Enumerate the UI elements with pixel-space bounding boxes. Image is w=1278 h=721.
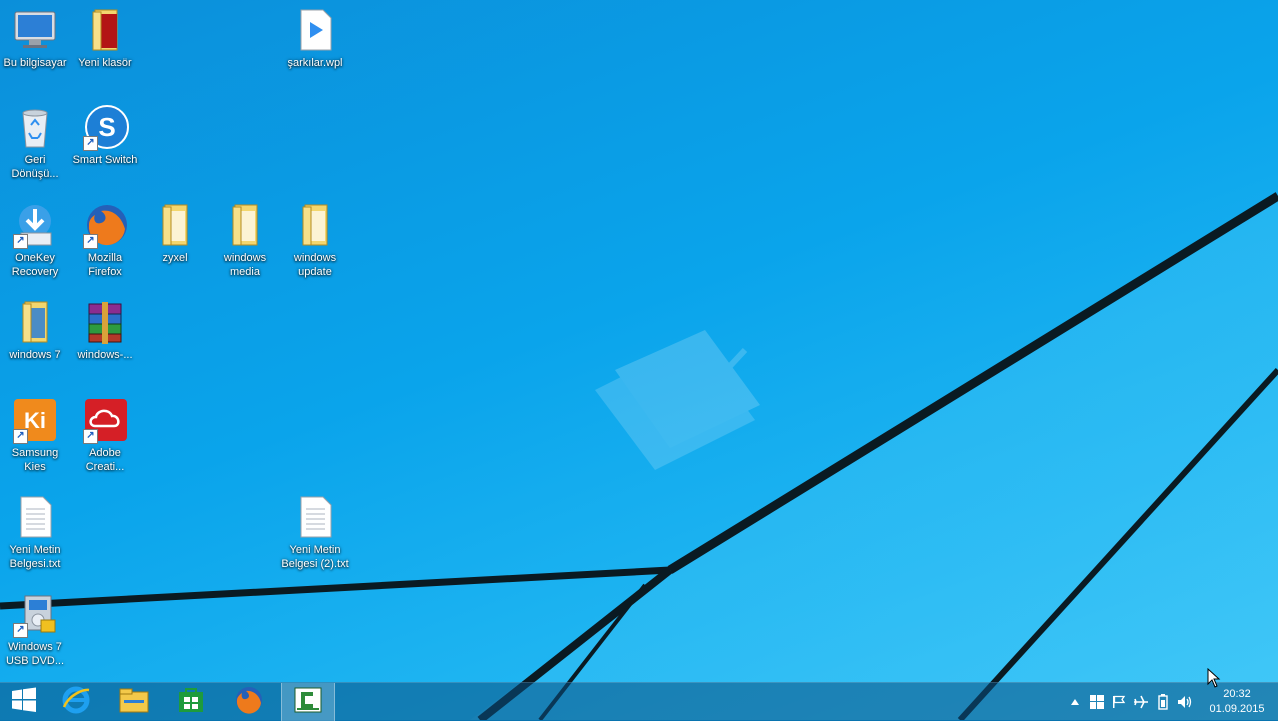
computer-icon <box>11 6 59 54</box>
desktop-icon-label: windows-... <box>77 349 133 361</box>
desktop-icon-label: Bu bilgisayar <box>3 57 67 69</box>
desktop-icon-label: OneKey Recovery <box>11 252 59 278</box>
desktop-icon-samsung-kies[interactable]: Ki ↗ Samsung Kies <box>0 392 70 476</box>
desktop-icon-label: Windows 7 USB DVD... <box>5 641 65 667</box>
file-explorer-icon <box>118 686 150 719</box>
folder-icon <box>151 201 199 249</box>
samsung-kies-icon: Ki ↗ <box>11 396 59 444</box>
desktop-icon-adobe-creative-cloud[interactable]: ↗ Adobe Creati... <box>70 392 140 476</box>
svg-text:S: S <box>98 112 115 142</box>
desktop-icon-yeni-metin-belgesi[interactable]: Yeni Metin Belgesi.txt <box>0 489 70 573</box>
shortcut-arrow-icon: ↗ <box>13 429 28 444</box>
winrar-archive-icon <box>81 298 129 346</box>
battery-icon[interactable] <box>1152 683 1174 721</box>
airplane-mode-icon[interactable] <box>1130 683 1152 721</box>
desktop-icon-label: Geri Dönüşü... <box>11 154 59 180</box>
desktop-icon-mozilla-firefox[interactable]: ↗ Mozilla Firefox <box>70 197 140 281</box>
start-button[interactable] <box>0 683 48 721</box>
desktop-icon-geri-donusum[interactable]: Geri Dönüşü... <box>0 99 70 183</box>
desktop-icon-label: Smart Switch <box>72 154 138 166</box>
taskbar-firefox-button[interactable] <box>222 683 276 721</box>
desktop-icon-label: şarkılar.wpl <box>287 57 343 69</box>
clock[interactable]: 20:32 01.09.2015 <box>1200 687 1274 717</box>
recycle-bin-icon <box>11 103 59 151</box>
folder-icon <box>291 201 339 249</box>
desktop-icon-smart-switch[interactable]: S ↗ Smart Switch <box>70 99 140 183</box>
shortcut-arrow-icon: ↗ <box>13 623 28 638</box>
taskbar-store-button[interactable] <box>164 683 218 721</box>
playlist-icon <box>291 6 339 54</box>
desktop-icon-label: zyxel <box>162 252 188 264</box>
firefox-icon <box>234 685 264 720</box>
desktop-icon-windows-update[interactable]: windows update <box>280 197 350 281</box>
shortcut-arrow-icon: ↗ <box>83 234 98 249</box>
desktop-icon-windows-media[interactable]: windows media <box>210 197 280 281</box>
wallpaper-lines <box>0 192 1278 720</box>
folder-icon <box>11 298 59 346</box>
desktop-icon-label: Yeni Metin Belgesi (2).txt <box>281 544 349 570</box>
store-icon <box>177 686 205 719</box>
camtasia-icon <box>293 686 323 719</box>
taskbar-file-explorer-button[interactable] <box>107 683 161 721</box>
smart-switch-icon: S ↗ <box>81 103 129 151</box>
windows-start-icon <box>11 687 37 718</box>
desktop-icon-label: Yeni Metin Belgesi.txt <box>9 544 61 570</box>
volume-icon[interactable] <box>1174 683 1196 721</box>
clock-time: 20:32 <box>1223 688 1251 700</box>
desktop-icon-windows-7[interactable]: windows 7 <box>0 294 70 378</box>
desktop-icon-windows-archive[interactable]: windows-... <box>70 294 140 378</box>
adobe-creative-cloud-icon: ↗ <box>81 396 129 444</box>
desktop-icon-yeni-klasor[interactable]: Yeni klasör <box>70 2 140 86</box>
firefox-icon: ↗ <box>81 201 129 249</box>
desktop-icon-label: Adobe Creati... <box>85 447 125 473</box>
desktop-icon-windows-7-usb-dvd[interactable]: ↗ Windows 7 USB DVD... <box>0 586 70 670</box>
desktop-icon-label: windows media <box>223 252 267 278</box>
desktop-icon-label: Samsung Kies <box>11 447 59 473</box>
folder-icon <box>221 201 269 249</box>
text-file-icon <box>291 493 339 541</box>
desktop-wallpaper <box>0 0 1278 720</box>
action-center-flag-icon[interactable] <box>1108 683 1130 721</box>
onekey-recovery-icon: ↗ <box>11 201 59 249</box>
shortcut-arrow-icon: ↗ <box>83 136 98 151</box>
desktop-icon-onekey-recovery[interactable]: ↗ OneKey Recovery <box>0 197 70 281</box>
folder-icon <box>81 6 129 54</box>
windows-usb-dvd-tool-icon: ↗ <box>11 590 59 638</box>
desktop-icon-bu-bilgisayar[interactable]: Bu bilgisayar <box>0 2 70 86</box>
taskbar-camtasia-button[interactable] <box>281 683 335 721</box>
desktop-icon-zyxel[interactable]: zyxel <box>140 197 210 281</box>
internet-explorer-icon <box>61 685 91 720</box>
shortcut-arrow-icon: ↗ <box>13 234 28 249</box>
desktop-icon-label: windows update <box>293 252 337 278</box>
mouse-cursor-icon <box>1207 667 1221 688</box>
text-file-icon <box>11 493 59 541</box>
desktop-icon-label: windows 7 <box>9 349 61 361</box>
desktop-icon-label: Mozilla Firefox <box>87 252 123 278</box>
show-hidden-icons-chevron-icon[interactable] <box>1064 683 1086 721</box>
desktop-icon-sarkilar-wpl[interactable]: şarkılar.wpl <box>280 2 350 86</box>
desktop-icon-label: Yeni klasör <box>78 57 132 69</box>
windows-icon[interactable] <box>1086 683 1108 721</box>
taskbar-internet-explorer-button[interactable] <box>49 683 103 721</box>
desktop-icon-yeni-metin-belgesi-2[interactable]: Yeni Metin Belgesi (2).txt <box>280 489 350 573</box>
taskbar: 20:32 01.09.2015 <box>0 682 1278 721</box>
shortcut-arrow-icon: ↗ <box>83 429 98 444</box>
system-tray <box>1064 683 1196 721</box>
clock-date: 01.09.2015 <box>1209 703 1265 715</box>
